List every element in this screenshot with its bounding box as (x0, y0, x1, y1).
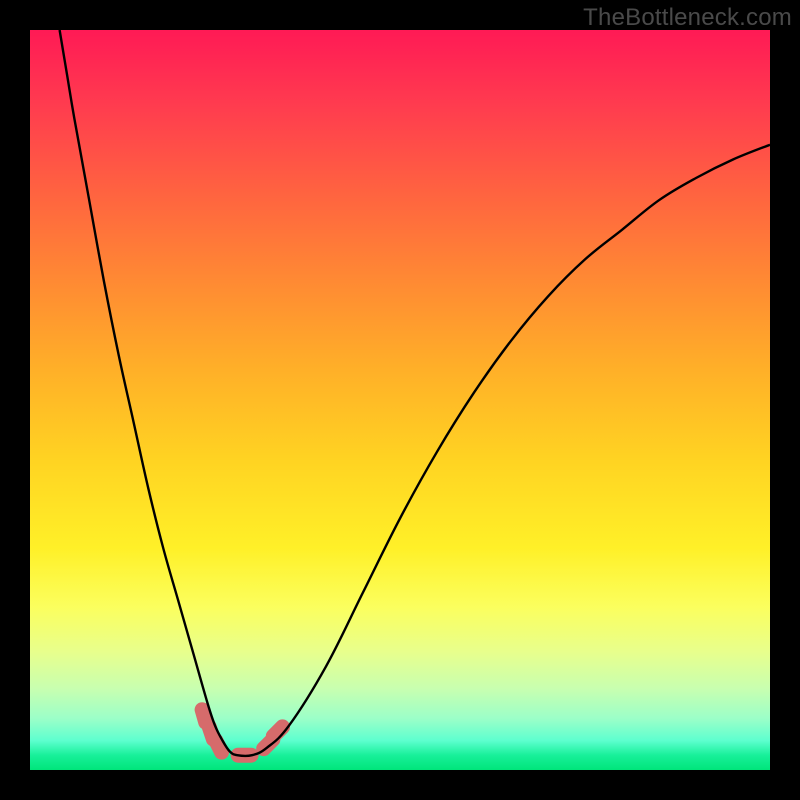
bottleneck-curve (60, 30, 770, 756)
marker-group (193, 700, 293, 762)
watermark-text: TheBottleneck.com (583, 4, 792, 32)
plot-area (30, 30, 770, 770)
chart-frame: TheBottleneck.com (0, 0, 800, 800)
curve-layer (30, 30, 770, 770)
